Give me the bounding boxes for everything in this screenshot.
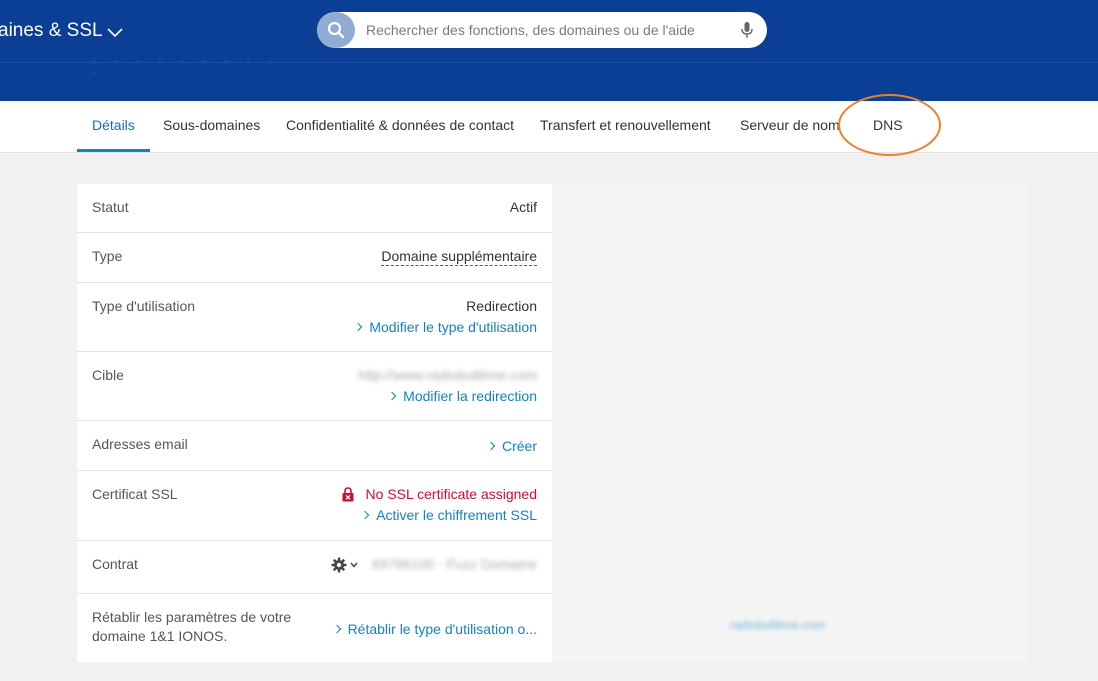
website-preview-panel <box>552 184 1027 662</box>
header-divider <box>0 62 1098 63</box>
modify-redirect-link[interactable]: Modifier la redirection <box>389 387 537 406</box>
row-email: Adresses email Créer <box>77 421 552 471</box>
row-label: Cible <box>92 367 124 383</box>
row-label: Certificat SSL <box>92 486 178 502</box>
chevron-down-icon <box>350 562 358 568</box>
row-contract: Contrat 69786100 - Fuzz Domaine <box>77 541 552 594</box>
tab-subdomains[interactable]: Sous-domaines <box>163 101 260 152</box>
gear-icon <box>331 557 347 572</box>
reset-label-line1: Rétablir les paramètres de votre <box>92 609 292 625</box>
section-title: aines & SSL <box>0 20 103 41</box>
target-url-value: http://www.radiobullême.com <box>358 367 537 383</box>
modify-usage-type-link[interactable]: Modifier le type d'utilisation <box>355 318 537 337</box>
row-label: Type d'utilisation <box>92 298 196 314</box>
reset-label-line2: domaine 1&1 IONOS. <box>92 628 228 644</box>
domains-menu[interactable]: aines & SSL <box>0 20 123 42</box>
row-label: Type <box>92 248 123 264</box>
usage-type-value: Redirection <box>466 298 537 314</box>
create-email-link[interactable]: Créer <box>488 437 537 456</box>
row-reset-settings: Rétablir les paramètres de votre domaine… <box>77 594 552 662</box>
tab-nameserver[interactable]: Serveur de nom <box>740 101 840 152</box>
tab-transfer-renewal[interactable]: Transfert et renouvellement <box>540 101 711 152</box>
contract-settings-menu[interactable] <box>331 557 358 573</box>
row-ssl: Certificat SSL No SSL certificate assign… <box>77 471 552 541</box>
tab-details[interactable]: Détails <box>77 101 150 152</box>
row-statut: Statut Actif <box>77 184 552 233</box>
search-input[interactable] <box>366 13 737 47</box>
microphone-icon <box>741 22 753 38</box>
top-header: aines & SSL · · · · · · · · · · <box>0 0 1098 101</box>
row-label: Contrat <box>92 556 138 572</box>
activate-ssl-link[interactable]: Activer le chiffrement SSL <box>362 506 537 525</box>
microphone-button[interactable] <box>737 20 757 40</box>
row-target: Cible http://www.radiobullême.com Modifi… <box>77 352 552 421</box>
tab-bar: Détails Sous-domaines Confidentialité & … <box>0 101 1098 153</box>
domain-type-value[interactable]: Domaine supplémentaire <box>381 248 537 266</box>
tab-privacy-contact[interactable]: Confidentialité & données de contact <box>286 101 514 152</box>
preview-domain-link[interactable]: radiobullême.com <box>730 618 825 632</box>
tab-dns[interactable]: DNS <box>873 101 903 152</box>
chevron-down-icon <box>107 27 123 37</box>
row-label: Statut <box>92 199 129 215</box>
ssl-lock-error-icon <box>342 487 354 502</box>
row-label: Adresses email <box>92 436 188 452</box>
search-bar <box>317 12 767 48</box>
search-icon <box>327 21 345 39</box>
row-type: Type Domaine supplémentaire <box>77 233 552 283</box>
search-button[interactable] <box>317 12 355 48</box>
contract-value: 69786100 - Fuzz Domaine <box>372 556 537 572</box>
row-usage-type: Type d'utilisation Redirection Modifier … <box>77 283 552 352</box>
status-value: Actif <box>509 199 537 215</box>
ssl-status-value: No SSL certificate assigned <box>365 486 537 502</box>
reset-usage-type-link[interactable]: Rétablir le type d'utilisation o... <box>334 620 537 639</box>
